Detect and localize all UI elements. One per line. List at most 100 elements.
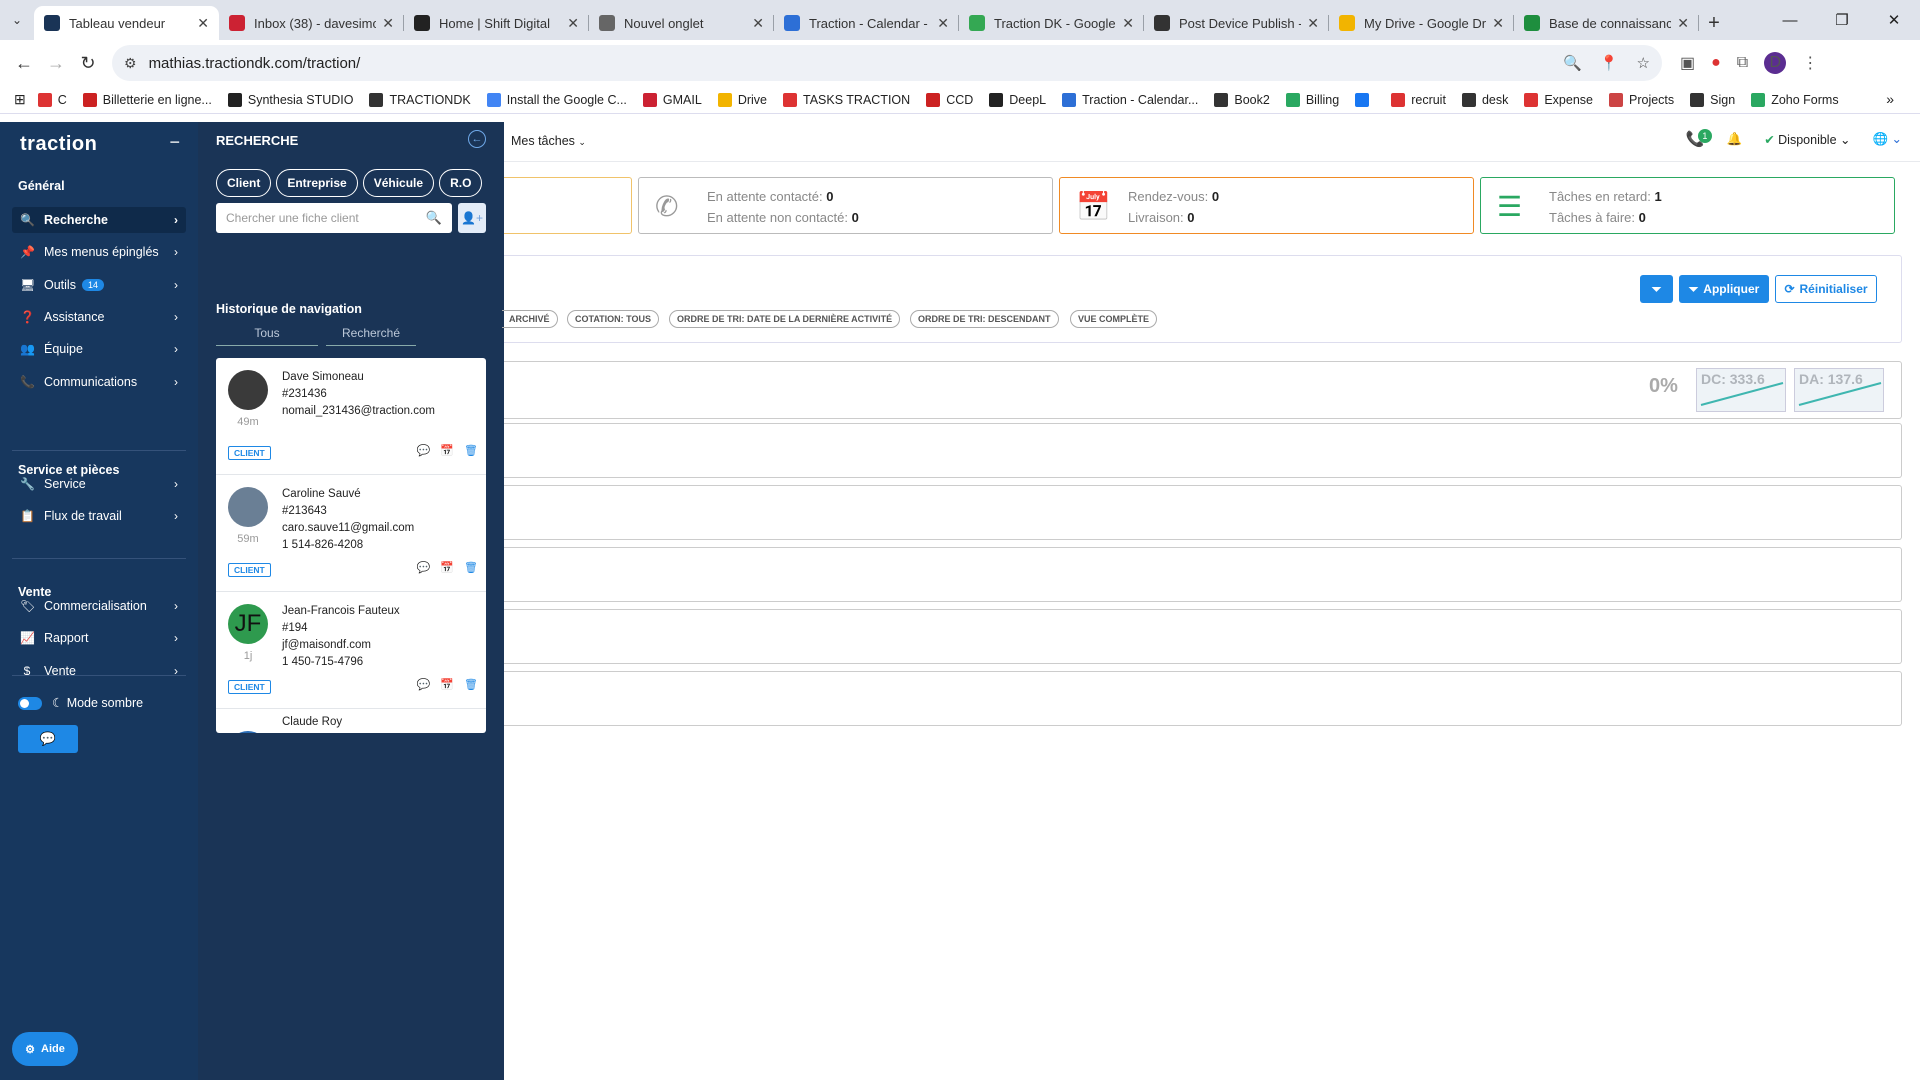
close-tab-icon[interactable]: ✕ (1122, 15, 1134, 32)
close-tab-icon[interactable]: ✕ (197, 15, 209, 32)
bookmark-item[interactable]: CCD (926, 92, 973, 107)
history-card[interactable]: CR Claude Roy (216, 709, 486, 733)
close-tab-icon[interactable]: ✕ (1492, 15, 1504, 32)
bookmark-item[interactable]: Drive (717, 92, 767, 107)
bookmark-item[interactable]: desk (1461, 92, 1508, 107)
bookmark-item[interactable]: Sign (1690, 92, 1735, 107)
avatar[interactable]: JF (228, 604, 268, 644)
avatar[interactable] (228, 487, 268, 527)
bookmark-item[interactable]: Billing (1285, 92, 1339, 107)
dark-mode-toggle[interactable] (18, 697, 42, 710)
search-icon[interactable]: 🔍 (426, 210, 442, 226)
back-icon[interactable]: ← (8, 47, 40, 79)
filter-chip[interactable]: ORDRE DE TRI: DESCENDANT (910, 310, 1059, 328)
sidebar-item-commercialisation[interactable]: 🏷 Commercialisation › (12, 593, 186, 619)
browser-tab[interactable]: Traction - Calendar - ✕ (774, 6, 959, 40)
zoom-icon[interactable]: 🔍 (1563, 54, 1582, 72)
history-card[interactable]: 59m Caroline Sauvé #213643 caro.sauve11@gma… (216, 475, 486, 592)
extension-red-icon[interactable]: ● (1711, 54, 1721, 72)
menu-icon[interactable]: ⋮ (1802, 53, 1818, 73)
sidebar-item-outils[interactable]: 🖥 Outils 14 › (12, 272, 186, 298)
sidebar-item-service[interactable]: 🔧 Service › (12, 471, 186, 497)
filter-icon-button[interactable]: ⏷ (1640, 275, 1673, 303)
address-bar[interactable]: ⚙ mathias.tractiondk.com/traction/ 🔍 📍 ☆ (112, 45, 1662, 81)
filter-chip[interactable]: ORDRE DE TRI: DATE DE LA DERNIÈRE ACTIVI… (669, 310, 901, 328)
browser-tab[interactable]: Base de connaissance ✕ (1514, 6, 1699, 40)
browser-tab[interactable]: Inbox (38) - davesimo ✕ (219, 6, 404, 40)
browser-tab[interactable]: Home | Shift Digital ✕ (404, 6, 589, 40)
bookmark-item[interactable]: Book2 (1214, 92, 1270, 107)
history-card[interactable]: 49m Dave Simoneau #231436 nomail_231436@tra… (216, 358, 486, 475)
browser-tab[interactable]: My Drive - Google Dr ✕ (1329, 6, 1514, 40)
trash-icon[interactable]: 🗑 (464, 444, 478, 457)
bell-icon[interactable]: 🔔 (1727, 132, 1743, 147)
chat-button[interactable]: 💬 (18, 725, 78, 753)
apply-button[interactable]: ⏷ Appliquer (1679, 275, 1769, 303)
add-client-icon[interactable]: 👤+ (458, 203, 486, 233)
bookmark-item[interactable]: recruit (1391, 92, 1446, 107)
phone-icon[interactable]: 📞 1 (1686, 129, 1712, 148)
close-tab-icon[interactable]: ✕ (752, 15, 764, 32)
close-tab-icon[interactable]: ✕ (1307, 15, 1319, 32)
filter-chip[interactable]: COTATION: TOUS (567, 310, 659, 328)
puzzle-icon[interactable]: ⧉ (1737, 54, 1748, 72)
close-tab-icon[interactable]: ✕ (1677, 15, 1689, 32)
browser-tab[interactable]: Tableau vendeur ✕ (34, 6, 219, 40)
search-chip-client[interactable]: Client (216, 169, 272, 197)
reset-button[interactable]: ⟳ Réinitialiser (1775, 275, 1877, 303)
filter-chip[interactable]: ARCHIVÉ (502, 310, 558, 328)
sidebar-item--quipe[interactable]: 👥 Équipe › (12, 336, 186, 362)
chat-icon[interactable]: 💬 (417, 561, 431, 574)
traction-logo[interactable]: traction (20, 133, 97, 156)
calendar-icon[interactable]: 📅 (440, 561, 454, 574)
sidebar-item-assistance[interactable]: ❓ Assistance › (12, 304, 186, 330)
search-chip-entreprise[interactable]: Entreprise (276, 169, 358, 197)
close-tab-icon[interactable]: ✕ (937, 15, 949, 32)
apps-grid-icon[interactable]: ⊞ (14, 91, 26, 108)
bookmark-item[interactable] (1355, 92, 1375, 107)
close-window-icon[interactable]: ✕ (1868, 0, 1920, 40)
site-info-icon[interactable]: ⚙ (124, 55, 137, 72)
trash-icon[interactable]: 🗑 (464, 678, 478, 691)
sidebar-item-rapport[interactable]: 📈 Rapport › (12, 625, 186, 651)
search-chip-vhicule[interactable]: Véhicule (362, 169, 435, 197)
calendar-icon[interactable]: 📅 (440, 678, 454, 691)
bookmark-item[interactable]: Install the Google C... (486, 92, 627, 107)
bookmark-item[interactable]: Expense (1524, 92, 1593, 107)
client-search-input[interactable]: Chercher une fiche client 🔍 (216, 203, 452, 233)
tab-searched[interactable]: Recherché (326, 322, 416, 344)
bookmark-item[interactable]: DeepL (989, 92, 1046, 107)
close-tab-icon[interactable]: ✕ (567, 15, 579, 32)
bookmark-item[interactable]: Projects (1609, 92, 1674, 107)
bookmark-item[interactable]: Traction - Calendar... (1062, 92, 1198, 107)
collapse-sidebar-icon[interactable]: − (169, 132, 180, 153)
list-row[interactable] (504, 547, 1902, 602)
avatar[interactable] (228, 370, 268, 410)
back-arrow-icon[interactable]: ← (468, 130, 486, 148)
forward-icon[interactable]: → (40, 47, 72, 79)
sidebar-item-mes-menus-pingl-s[interactable]: 📌 Mes menus épinglés › (12, 239, 186, 265)
sidebar-item-communications[interactable]: 📞 Communications › (12, 369, 186, 395)
bookmark-item[interactable]: Synthesia STUDIO (227, 92, 353, 107)
tab-all[interactable]: Tous (216, 322, 318, 344)
url-text[interactable]: mathias.tractiondk.com/traction/ (149, 55, 1546, 72)
help-button[interactable]: ⚙ Aide (12, 1032, 78, 1066)
bookmark-item[interactable]: GMAIL (642, 92, 702, 107)
trash-icon[interactable]: 🗑 (464, 561, 478, 574)
maximize-icon[interactable]: ❐ (1816, 0, 1868, 40)
sidebar-item-recherche[interactable]: 🔍 Recherche › (12, 207, 186, 233)
close-tab-icon[interactable]: ✕ (382, 15, 394, 32)
filter-chip[interactable]: VUE COMPLÈTE (1070, 310, 1158, 328)
minimize-icon[interactable]: — (1764, 0, 1816, 40)
browser-tab[interactable]: Traction DK - Google ✕ (959, 6, 1144, 40)
chat-icon[interactable]: 💬 (417, 444, 431, 457)
profile-avatar[interactable]: D (1764, 52, 1787, 74)
list-row[interactable] (504, 423, 1902, 478)
calendar-icon[interactable]: 📅 (440, 444, 454, 457)
extension-icon[interactable]: ▣ (1680, 53, 1695, 73)
browser-tab[interactable]: Nouvel onglet ✕ (589, 6, 774, 40)
bookmark-item[interactable]: TASKS TRACTION (782, 92, 910, 107)
sidebar-item-vente[interactable]: $ Vente › (12, 658, 186, 684)
bookmark-item[interactable]: TRACTIONDK (369, 92, 471, 107)
location-icon[interactable]: 📍 (1600, 54, 1619, 72)
